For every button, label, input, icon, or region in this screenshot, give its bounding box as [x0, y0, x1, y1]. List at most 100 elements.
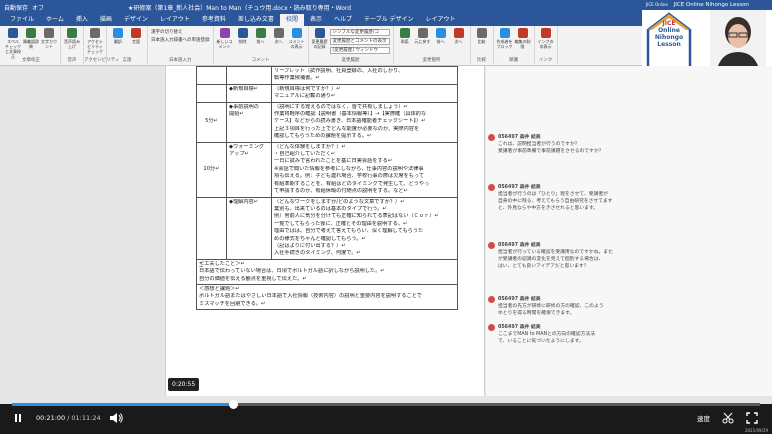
ribbon-button-label: 前へ — [436, 39, 445, 44]
video-overlay-title: JICE Online JICE Online Nihongo Lesson — [642, 0, 772, 10]
ribbon-group-label: 日本語入力 — [169, 58, 192, 63]
table-row: ◆新規目標↵ （新規目標は何ですか？）↵ マニュアルに記載の通り↵ — [196, 83, 458, 103]
menu-tab-9[interactable]: 表示 — [304, 14, 328, 26]
ribbon-button-icon — [499, 28, 510, 38]
ribbon-small-item-4-1[interactable]: 日本語入力辞書への単語登録 — [151, 37, 210, 43]
table-cell-notes[interactable]: ＜工夫したこと＞↵ 日本語で伝わっていない場合は、日頃でポルトガル語に訳しながら説… — [196, 258, 458, 285]
comment-text-line: はい、とても良いアイデアだと思います？ — [498, 264, 589, 269]
table-cell-time[interactable] — [196, 196, 227, 260]
table-cell-time[interactable]: 5分↵ — [196, 101, 227, 143]
comment-card[interactable]: 056497 森井 結美 担当者が行うのは「ひとり」程をさせて、受講者が 自身の中に… — [488, 184, 668, 212]
ribbon-group-label: アクセシビリティ — [84, 58, 120, 63]
table-cell-item[interactable]: ◆事前説明の 開始↵ — [226, 101, 272, 143]
playback-speed-button[interactable]: 速度 — [697, 413, 710, 423]
comment-header: 056497 森井 結美 — [488, 296, 668, 303]
menu-tab-3[interactable]: 描画 — [94, 14, 118, 26]
ribbon-button-label: スペル チェックと文章校正 — [5, 39, 21, 59]
ribbon-button-label: 比較 — [477, 39, 486, 44]
logo-text: JICE Online Nihongo Lesson — [646, 20, 692, 48]
ribbon-group-label: 音声 — [67, 58, 77, 63]
table-cell-content[interactable]: （どんなワークをしますか/どのような文章ですか？）↵ 業別も、出来ているのは基本の… — [271, 196, 458, 260]
table-cell-item[interactable]: ◆理解内容↵ — [226, 196, 272, 260]
ribbon-button-label: 翻訳 — [114, 39, 122, 44]
table-cell-content[interactable]: （説明にする覚えるのではなく、皆で共有しましょう）↵ 作業将軽序の確認【説明書（基… — [271, 101, 458, 143]
cell-text-line: 項も伝える。例：子ども連れ場合、学校行事の際は欠席をもって — [274, 173, 425, 180]
comment-text-line: 担当者が行っている確認を受講用なのですかね。また — [498, 250, 613, 255]
ribbon-small-item-6-1[interactable]: 変更履歴とコメントの表示 — [329, 38, 390, 45]
cell-text-line: ※会話で聞いた情報を参考にしながら、仕事内容の説明や法律事 — [274, 165, 424, 172]
menu-tab-12[interactable]: レイアウト — [420, 14, 462, 26]
seek-time-tooltip: 0:20:55 — [168, 378, 200, 391]
table-cell-time[interactable] — [196, 83, 227, 103]
menu-tab-11[interactable]: テーブル デザイン — [358, 14, 420, 26]
ribbon-small-item-6-0[interactable]: シンプルな変更履歴/コ — [329, 29, 390, 36]
menu-tab-10[interactable]: ヘルプ — [328, 14, 358, 26]
comment-header: 056497 森井 結美 — [488, 134, 668, 141]
comment-text-line: 担当者の先方が研修に研修の方の確認、このよう — [498, 304, 604, 309]
ribbon-group-4: 漢字の切り替え 日本語入力辞書への単語登録 日本語入力 — [148, 26, 214, 64]
cell-text-line: ＜感想と課題＞↵ — [199, 285, 240, 292]
menu-tab-4[interactable]: デザイン — [118, 14, 154, 26]
comment-text-line: ここまでMAN to MANとの方向の確認方法法 — [498, 332, 595, 337]
ribbon-button-icon — [255, 28, 266, 38]
ribbon-small-item-6-2[interactable]: [変更履歴] ウィンドウ — [329, 47, 390, 54]
seek-bar-progress — [12, 403, 234, 406]
comment-card[interactable]: 056497 森井 結美 担当者の先方が研修に研修の方の確認、このよう ゆとりを得る… — [488, 296, 668, 317]
cell-text-line: 業別も、出来ているのは基本のタイプで行う。↵ — [274, 205, 387, 212]
cell-text-line: 転等作業候補書。↵ — [274, 75, 320, 82]
volume-icon[interactable] — [109, 412, 123, 424]
table-cell-time[interactable] — [196, 66, 227, 85]
cell-text-line: 一日に試みで言われたことを基に日実会話をする↵ — [274, 158, 393, 165]
menu-tab-6[interactable]: 参考資料 — [196, 14, 232, 26]
pause-icon[interactable] — [12, 412, 24, 424]
table-cell-item[interactable]: ◆ウォーミング アップ↵ — [226, 141, 272, 198]
menu-tab-5[interactable]: レイアウト — [154, 14, 196, 26]
logo-line-1: JICE — [662, 20, 676, 27]
brand-small-text: JICE Online — [646, 2, 668, 7]
table-cell-content[interactable]: （新規目標は何ですか？）↵ マニュアルに記載の通り↵ — [271, 83, 458, 103]
ribbon-group-3: 翻訳 言語 言語 — [107, 26, 148, 64]
table-cell-content[interactable]: リーフレット（試作説明、社員登録の、入社のしかり、 転等作業候補書。↵ — [271, 66, 458, 85]
comment-card[interactable]: 056497 森井 結美 ここまでMAN to MANとの方向の確認方法法 で、いる… — [488, 324, 668, 345]
fullscreen-icon[interactable] — [746, 412, 758, 424]
comment-card[interactable]: 056497 森井 結美 これは、説明担当者が行うのですか？ 受講者が事前準備で事前… — [488, 134, 668, 155]
table-cell-notes[interactable]: ＜感想と課題＞↵ ポルトガル語またはやさしい日本語で入社情報（技術内容）の説明と重… — [196, 283, 458, 311]
ribbon-button-icon — [67, 28, 77, 38]
cell-text-line: ◆理解内容↵ — [229, 198, 259, 205]
document-page[interactable]: リーフレット（試作説明、社員登録の、入社のしかり、 転等作業候補書。↵ ◆新規目標↵… — [165, 66, 485, 396]
comment-text-line: が受講者の認識の変化を見えて個別する場合は、 — [498, 257, 604, 262]
autosave-label: 自動保存 — [4, 4, 29, 12]
comment-avatar-icon — [488, 324, 495, 331]
table-cell-time[interactable]: 10分↵ — [196, 141, 227, 198]
table-cell-content[interactable]: （どんな体験をしますか？）↵ ・自己紹介していただく↵ 一日に試みで言われたことを基… — [271, 141, 458, 198]
comment-header: 056497 森井 結美 — [488, 242, 668, 249]
comment-card[interactable]: 056497 森井 結美 担当者が行っている確認を受講用なのですかね。また が受講者… — [488, 242, 668, 270]
menu-tab-8[interactable]: 校閲 — [279, 14, 304, 26]
ribbon-group-1: 音声読み上げ 音声 — [61, 26, 84, 64]
autosave-toggle[interactable]: オフ — [32, 3, 44, 12]
logo-line-3: Nihongo — [654, 34, 684, 41]
comment-author: 056497 森井 結美 — [498, 135, 541, 140]
menu-tab-2[interactable]: 挿入 — [70, 14, 94, 26]
menu-tab-0[interactable]: ファイル — [4, 14, 40, 26]
table-cell-item[interactable]: ◆新規目標↵ — [226, 83, 272, 103]
cell-text-line: 例）男前人に気分を分けても正確に知られてる表記はない（Ｃｏｒ）↵ — [274, 213, 439, 220]
comment-text-line: 担当者が行うのは「ひとり」程をさせて、受講者が — [498, 192, 608, 197]
ribbon-small-item-4-0[interactable]: 漢字の切り替え — [151, 29, 210, 35]
presenter-video-icon — [710, 10, 766, 73]
seek-bar[interactable] — [12, 400, 760, 409]
ribbon-button-icon — [517, 28, 528, 38]
cell-text-line: ◆ウォーミング — [229, 143, 265, 150]
cell-text-line: （記はよりに付い出する？）↵ — [274, 242, 346, 249]
cell-text-line: （どんなワークをしますか/どのような文章ですか？）↵ — [274, 198, 405, 205]
menu-tab-7[interactable]: 差し込み文書 — [232, 14, 280, 26]
cell-text-line: 自分の価値を伝える観点を重視して伝えた。↵ — [199, 275, 307, 282]
ribbon-button-label: 類義語辞典 — [23, 39, 39, 49]
menu-tab-1[interactable]: ホーム — [40, 14, 70, 26]
ribbon-button-icon — [476, 28, 487, 38]
ribbon-group-0: スペル チェックと文章校正 類義語辞典 文字カウント 文章校正 — [2, 26, 61, 64]
player-controls: 00:21:00 / 01:11:24 速度 — [0, 408, 772, 428]
cell-text-line: ケース】などからの読み書き、日本語確能者チェックシート】）↵ — [274, 118, 426, 125]
table-cell-item[interactable] — [226, 66, 272, 85]
scissors-icon[interactable] — [722, 412, 734, 424]
